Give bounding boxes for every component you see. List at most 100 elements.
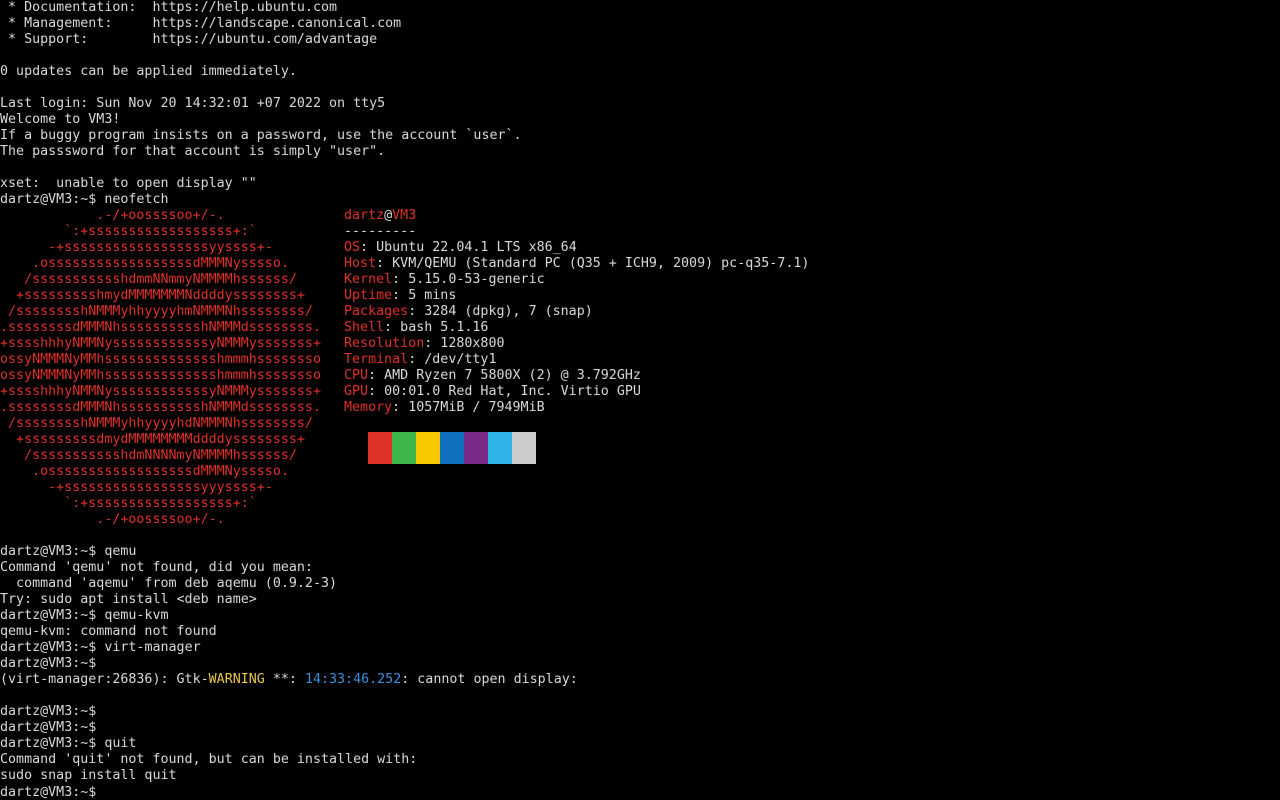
sysinfo-key: GPU [344,384,369,399]
palette-swatch [440,432,464,464]
neofetch-title: dartz@VM3 [344,208,416,224]
shell-prompt: dartz@VM3:~$ [0,192,105,207]
ascii-logo-line: -+sssssssssssssssssyyyssss+- [0,480,273,495]
qemu-not-found-line: Command 'qemu' not found, did you mean: [0,560,313,575]
shell-prompt: dartz@VM3:~$ [0,544,105,559]
palette-swatch [416,432,440,464]
sysinfo-value: : 5 mins [392,288,457,303]
last-login-line: Last login: Sun Nov 20 14:32:01 +07 2022… [0,96,386,111]
command-text: quit [104,736,137,751]
neofetch-host: VM3 [392,208,417,223]
quit-not-found-line: Command 'quit' not found, but can be ins… [0,752,418,767]
ascii-logo-line: +sssshhhyNMMNyssssssssssssyNMMMysssssss+ [0,384,321,399]
sysinfo-value: : AMD Ryzen 7 5800X (2) @ 3.792GHz [368,368,641,383]
ascii-logo-line: .-/+oossssoo+/-. [0,208,225,223]
ascii-logo-line: .-/+oossssoo+/-. [0,512,225,527]
ascii-logo-line: -+ssssssssssssssssssyyssss+- [0,240,273,255]
sysinfo-row: CPU: AMD Ryzen 7 5800X (2) @ 3.792GHz [344,368,641,384]
sysinfo-key: Resolution [344,336,425,351]
shell-prompt: dartz@VM3:~$ [0,736,105,751]
text-cursor [104,784,112,798]
command-text: qemu [104,544,137,559]
gtk-stars: **: [264,672,305,687]
sysinfo-key: Host [344,256,377,271]
snap-install-hint-line: sudo snap install quit [0,768,177,783]
ascii-logo-line: /ssssssssssshdmNNNNmyNMMMMhssssss/ [0,448,297,463]
command-line: dartz@VM3:~$ virt-manager [0,640,201,656]
ascii-logo-line: /sssssssshNMMMyhhyyyyhdNMMMNhssssssss/ [0,416,313,431]
gtk-message: : cannot open display: [401,672,578,687]
motd-documentation: * Documentation: https://help.ubuntu.com [0,0,338,15]
sysinfo-value: : bash 5.1.16 [384,320,489,335]
gtk-prefix: (virt-manager:26836): Gtk- [0,672,209,687]
terminal-screen[interactable]: * Documentation: https://help.ubuntu.com… [0,0,1280,800]
palette-swatch [368,432,392,464]
ascii-logo-line: .ssssssssdMMMNhsssssssssshNMMMdssssssss. [0,400,321,415]
shell-prompt: dartz@VM3:~$ [0,785,105,800]
ascii-logo-line: +sssshhhyNMMNyssssssssssssyNMMMysssssss+ [0,336,321,351]
sysinfo-value: : Ubuntu 22.04.1 LTS x86_64 [360,240,577,255]
neofetch-user: dartz [344,208,385,223]
ascii-logo-line: .ossssssssssssssssssdMMMNysssso. [0,256,289,271]
command-line: dartz@VM3:~$ quit [0,736,136,752]
ascii-logo-line: `:+ssssssssssssssssss+:` [0,224,257,239]
palette-swatch [488,432,512,464]
command-line: dartz@VM3:~$ qemu [0,544,136,560]
ascii-logo-line: ossyNMMMNyMMhsssssssssssssshmmmhssssssso [0,352,321,367]
sysinfo-row: Resolution: 1280x800 [344,336,505,352]
sysinfo-key: Uptime [344,288,393,303]
sysinfo-key: Kernel [344,272,393,287]
command-line: dartz@VM3:~$ neofetch [0,192,169,208]
sysinfo-value: : /dev/tty1 [408,352,497,367]
sysinfo-row: Terminal: /dev/tty1 [344,352,496,368]
shell-prompt: dartz@VM3:~$ [0,720,105,735]
shell-prompt: dartz@VM3:~$ [0,640,105,655]
sysinfo-row: Uptime: 5 mins [344,288,456,304]
neofetch-separator: --------- [344,224,417,239]
welcome-line: Welcome to VM3! [0,112,121,127]
xset-error-line: xset: unable to open display "" [0,176,257,191]
sysinfo-key: Memory [344,400,393,415]
command-text: neofetch [104,192,169,207]
sysinfo-key: Shell [344,320,385,335]
active-command-line[interactable]: dartz@VM3:~$ [0,784,112,800]
ascii-logo-line: +ssssssssshmydMMMMMMMNddddyssssssss+ [0,288,305,303]
sysinfo-value: : 1280x800 [424,336,505,351]
sysinfo-value: : 3284 (dpkg), 7 (snap) [408,304,593,319]
sysinfo-row: Host: KVM/QEMU (Standard PC (Q35 + ICH9,… [344,256,809,272]
sysinfo-row: Memory: 1057MiB / 7949MiB [344,400,545,416]
qemu-kvm-not-found-line: qemu-kvm: command not found [0,624,217,639]
buggy-program-line: If a buggy program insists on a password… [0,128,522,143]
sysinfo-row: OS: Ubuntu 22.04.1 LTS x86_64 [344,240,577,256]
apt-install-hint-line: Try: sudo apt install <deb name> [0,592,257,607]
ascii-logo-line: ossyNMMMNyMMhsssssssssssssshmmmhssssssso [0,368,321,383]
ascii-logo-line: .ossssssssssssssssssdMMMNysssso. [0,464,289,479]
sysinfo-key: Terminal [344,352,409,367]
sysinfo-value: : 1057MiB / 7949MiB [392,400,545,415]
sysinfo-row: GPU: 00:01.0 Red Hat, Inc. Virtio GPU [344,384,641,400]
sysinfo-key: Packages [344,304,409,319]
palette-swatch [464,432,488,464]
gtk-warning-label: WARNING [208,672,265,687]
sysinfo-row: Packages: 3284 (dpkg), 7 (snap) [344,304,593,320]
sysinfo-value: : KVM/QEMU (Standard PC (Q35 + ICH9, 200… [376,256,810,271]
palette-swatch [392,432,416,464]
sysinfo-row: Shell: bash 5.1.16 [344,320,488,336]
sysinfo-row: Kernel: 5.15.0-53-generic [344,272,545,288]
color-palette [368,432,536,464]
command-text: virt-manager [104,640,201,655]
sysinfo-key: OS [344,240,361,255]
gtk-warning-line: (virt-manager:26836): Gtk-WARNING **: 14… [0,672,578,688]
shell-prompt: dartz@VM3:~$ [0,704,105,719]
ascii-logo-line: +sssssssssdmydMMMMMMMMddddyssssssss+ [0,432,305,447]
command-line: dartz@VM3:~$ [0,720,104,736]
ascii-logo-line: .ssssssssdMMMNhsssssssssshNMMMdssssssss. [0,320,321,335]
ascii-logo-line: /ssssssssssshdmmNNmmyNMMMMhssssss/ [0,272,297,287]
neofetch-at: @ [384,208,393,223]
palette-swatch [512,432,536,464]
sysinfo-value: : 00:01.0 Red Hat, Inc. Virtio GPU [368,384,641,399]
command-line: dartz@VM3:~$ [0,704,104,720]
ascii-logo-line: /sssssssshNMMMyhhyyyyhmNMMMNhssssssss/ [0,304,313,319]
shell-prompt: dartz@VM3:~$ [0,608,105,623]
command-line: dartz@VM3:~$ qemu-kvm [0,608,169,624]
